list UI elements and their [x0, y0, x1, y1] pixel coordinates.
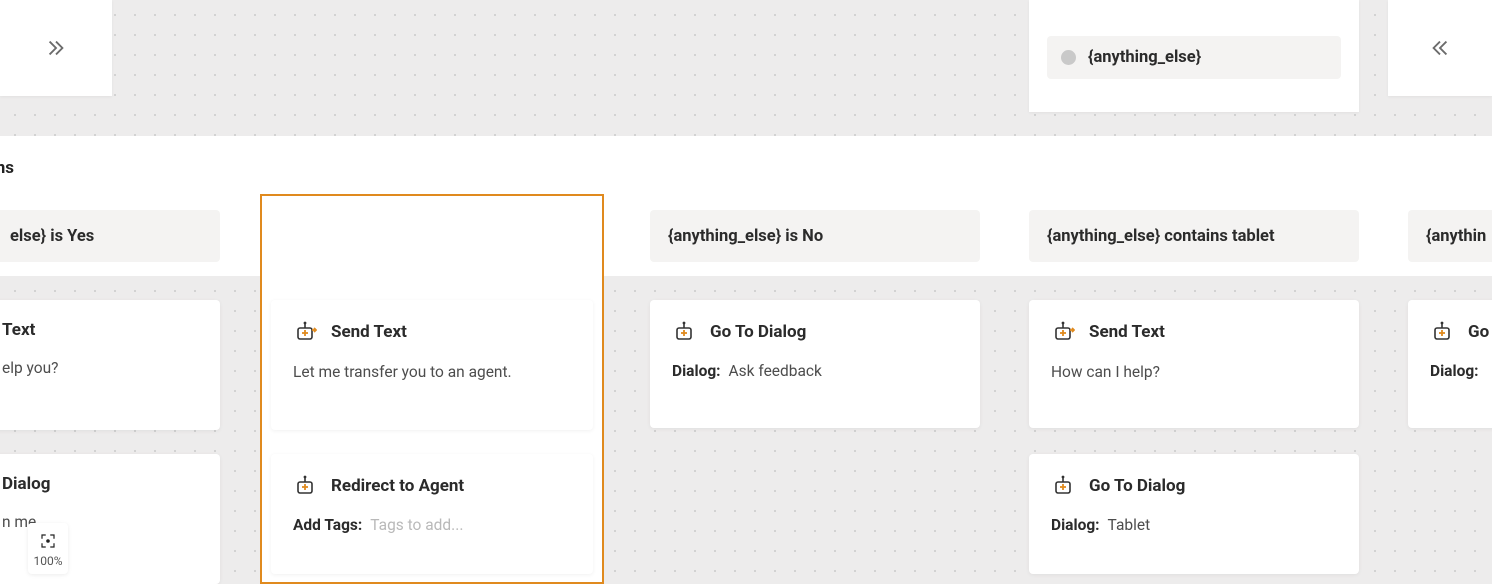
condition-text: {anything_else} contains agent	[289, 227, 516, 246]
zoom-widget[interactable]: 100%	[28, 523, 68, 574]
action-title: Send Text	[331, 322, 407, 342]
action-card-send-text[interactable]: Send Text How can I help?	[1029, 300, 1359, 428]
action-body: How can I help?	[1051, 362, 1337, 384]
action-title: Go To Dialog	[710, 322, 806, 342]
action-title: Send Text	[1089, 322, 1165, 342]
action-title: Go	[1468, 322, 1489, 342]
variable-name: {anything_else}	[1088, 48, 1201, 67]
variable-card[interactable]: {anything_else}	[1029, 0, 1359, 112]
condition-text: {anything_else} is No	[668, 227, 823, 246]
dialog-label: Dialog:	[1051, 516, 1100, 534]
expand-left-panel-button[interactable]	[0, 0, 112, 96]
bot-send-icon	[293, 320, 317, 344]
bot-send-icon	[1051, 320, 1075, 344]
action-title: Redirect to Agent	[331, 476, 464, 496]
bot-dialog-icon	[672, 320, 696, 344]
canvas-lower-area[interactable]: Text elp you? Dialog n me Send Text Let …	[0, 276, 1492, 584]
action-body: Let me transfer you to an agent.	[293, 362, 571, 384]
conditions-strip: ns else} is Yes {anything_else} contains…	[0, 136, 1492, 276]
action-card-go-to-dialog[interactable]: Go To Dialog Dialog: Tablet	[1029, 454, 1359, 574]
canvas-top-area: {anything_else}	[0, 0, 1492, 136]
tags-placeholder[interactable]: Tags to add...	[370, 516, 463, 534]
condition-chip[interactable]: {anything_else} contains tablet	[1029, 210, 1359, 262]
condition-chip[interactable]: {anything_else} is No	[650, 210, 980, 262]
bot-dialog-icon	[1051, 474, 1075, 498]
condition-text: {anythin	[1426, 227, 1486, 246]
dialog-value: Tablet	[1108, 516, 1151, 534]
zoom-level: 100%	[33, 554, 62, 568]
variable-pill[interactable]: {anything_else}	[1047, 36, 1341, 79]
collapse-right-panel-button[interactable]	[1388, 0, 1492, 96]
bot-dialog-icon	[1430, 320, 1454, 344]
tags-label: Add Tags:	[293, 516, 362, 534]
action-card-go-to-dialog[interactable]: Go To Dialog Dialog: Ask feedback	[650, 300, 980, 428]
chevron-double-left-icon	[1429, 37, 1451, 59]
dialog-label: Dialog:	[672, 362, 721, 380]
action-title: Text	[2, 320, 35, 340]
action-card-send-text[interactable]: Text elp you?	[0, 300, 220, 430]
action-body: elp you?	[0, 358, 198, 380]
condition-text: {anything_else} contains tablet	[1047, 227, 1275, 246]
action-card-send-text[interactable]: Send Text Let me transfer you to an agen…	[271, 300, 593, 430]
variable-dot-icon	[1061, 50, 1076, 65]
action-card-redirect-agent[interactable]: Redirect to Agent Add Tags: Tags to add.…	[271, 454, 593, 574]
action-title: Dialog	[2, 474, 50, 494]
zoom-fit-icon	[39, 532, 57, 550]
bot-redirect-icon	[293, 474, 317, 498]
condition-chip[interactable]: else} is Yes	[0, 210, 220, 262]
dialog-label: Dialog:	[1430, 362, 1479, 380]
action-card-go-to-dialog[interactable]: Go Dialog:	[1408, 300, 1492, 428]
chevron-double-right-icon	[45, 37, 67, 59]
action-title: Go To Dialog	[1089, 476, 1185, 496]
condition-chip[interactable]: {anythin	[1408, 210, 1492, 262]
condition-text: else} is Yes	[10, 227, 94, 246]
dialog-value: Ask feedback	[729, 362, 822, 380]
condition-chip[interactable]: {anything_else} contains agent	[271, 210, 593, 262]
conditions-title-fragment: ns	[0, 158, 14, 178]
